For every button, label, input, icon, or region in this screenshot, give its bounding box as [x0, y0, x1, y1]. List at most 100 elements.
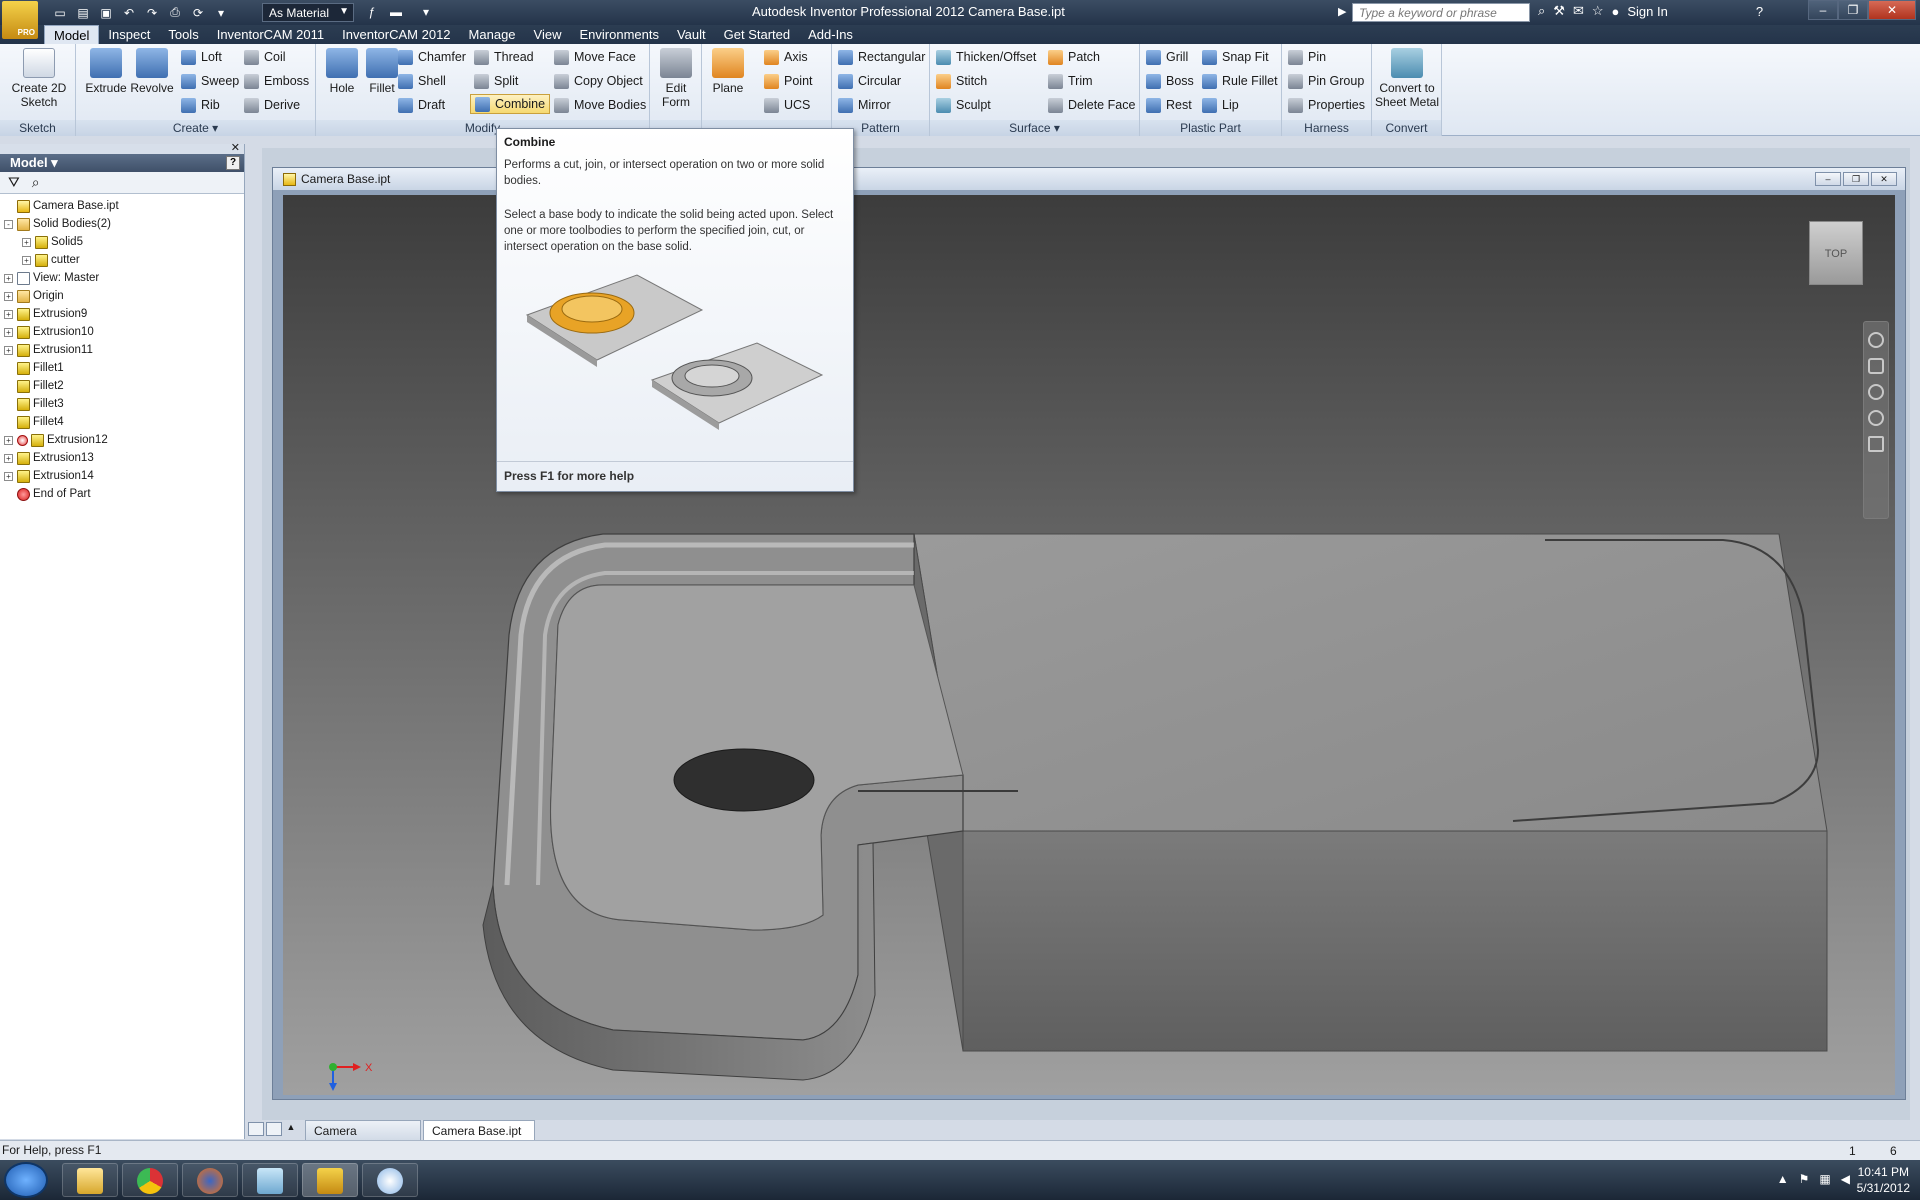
- zoom-icon[interactable]: [1868, 384, 1884, 400]
- extrude-button[interactable]: Extrude: [82, 48, 130, 95]
- tile-icon[interactable]: [248, 1122, 264, 1136]
- expand-icon[interactable]: +: [22, 237, 31, 247]
- open-icon[interactable]: ▤: [73, 4, 93, 22]
- delete-face-button[interactable]: Delete Face: [1048, 95, 1135, 115]
- tree-node[interactable]: + cutter: [4, 251, 244, 269]
- tree-node[interactable]: Fillet4: [4, 413, 244, 431]
- close-button[interactable]: ✕: [1868, 0, 1916, 20]
- tree-node[interactable]: + Extrusion14: [4, 467, 244, 485]
- chrome-taskbar-button[interactable]: [122, 1163, 178, 1197]
- tree-node[interactable]: + View: Master: [4, 269, 244, 287]
- create-sketch-button[interactable]: Create 2D Sketch: [10, 48, 68, 109]
- tab-add-ins[interactable]: Add-Ins: [799, 25, 862, 44]
- find-icon[interactable]: ⌕: [32, 174, 40, 191]
- harness-properties-button[interactable]: Properties: [1288, 95, 1365, 115]
- inventor-taskbar-button[interactable]: [302, 1163, 358, 1197]
- browser-title-menu[interactable]: Model ▾: [10, 155, 58, 170]
- notes-taskbar-button[interactable]: [242, 1163, 298, 1197]
- tab-vault[interactable]: Vault: [668, 25, 715, 44]
- axis-button[interactable]: Axis: [764, 47, 808, 67]
- trim-button[interactable]: Trim: [1048, 71, 1093, 91]
- move-face-button[interactable]: Move Face: [554, 47, 636, 67]
- new-icon[interactable]: ▭: [50, 4, 70, 22]
- copy-object-button[interactable]: Copy Object: [554, 71, 643, 91]
- rib-button[interactable]: Rib: [181, 95, 220, 115]
- update-icon[interactable]: ⟳: [188, 4, 208, 22]
- tab-view[interactable]: View: [525, 25, 571, 44]
- mirror-button[interactable]: Mirror: [838, 95, 891, 115]
- filter-icon[interactable]: ⛛: [8, 174, 20, 191]
- expand-icon[interactable]: +: [4, 273, 13, 283]
- derive-button[interactable]: Derive: [244, 95, 300, 115]
- expand-icon[interactable]: +: [4, 471, 13, 481]
- color-icon[interactable]: ▬: [386, 3, 406, 21]
- expand-icon[interactable]: +: [4, 291, 13, 301]
- restore-button[interactable]: ❐: [1838, 0, 1868, 20]
- explorer-taskbar-button[interactable]: [62, 1163, 118, 1197]
- expand-icon[interactable]: +: [4, 453, 13, 463]
- move-bodies-button[interactable]: Move Bodies: [554, 95, 646, 115]
- plane-button[interactable]: Plane: [704, 48, 752, 95]
- expand-icon[interactable]: +: [22, 255, 31, 265]
- expand-icon[interactable]: +: [4, 309, 13, 319]
- doc-tab-camera-base[interactable]: Camera Base.ipt ✕: [423, 1120, 535, 1151]
- edit-form-button[interactable]: Edit Form: [652, 48, 700, 109]
- tree-node[interactable]: + Origin: [4, 287, 244, 305]
- circular-pattern-button[interactable]: Circular: [838, 71, 901, 91]
- collapse-icon[interactable]: -: [4, 219, 13, 229]
- redo-icon[interactable]: ↷: [142, 4, 162, 22]
- pin-button[interactable]: Pin: [1288, 47, 1326, 67]
- rest-button[interactable]: Rest: [1146, 95, 1192, 115]
- pin-group-button[interactable]: Pin Group: [1288, 71, 1364, 91]
- thicken-offset-button[interactable]: Thicken/Offset: [936, 47, 1036, 67]
- patch-button[interactable]: Patch: [1048, 47, 1100, 67]
- look-at-icon[interactable]: [1868, 436, 1884, 452]
- revolve-button[interactable]: Revolve: [128, 48, 176, 95]
- snap-fit-button[interactable]: Snap Fit: [1202, 47, 1269, 67]
- tree-node[interactable]: + Extrusion10: [4, 323, 244, 341]
- tab-inventorcam-2011[interactable]: InventorCAM 2011: [208, 25, 333, 44]
- expand-icon[interactable]: +: [4, 435, 13, 445]
- chevron-up-icon[interactable]: ▲: [284, 1122, 298, 1136]
- save-icon[interactable]: ▣: [96, 4, 116, 22]
- user-icon[interactable]: ●: [1612, 4, 1620, 19]
- tree-node[interactable]: Fillet2: [4, 377, 244, 395]
- expand-search-icon[interactable]: ▶: [1338, 5, 1346, 18]
- tree-node[interactable]: + Extrusion11: [4, 341, 244, 359]
- draft-button[interactable]: Draft: [398, 95, 445, 115]
- print-icon[interactable]: ⎙: [165, 4, 185, 22]
- steering-wheel-icon[interactable]: [1868, 332, 1884, 348]
- tree-node[interactable]: + Extrusion9: [4, 305, 244, 323]
- cascade-icon[interactable]: [266, 1122, 282, 1136]
- ucs-button[interactable]: UCS: [764, 95, 810, 115]
- help-search-input[interactable]: Type a keyword or phrase: [1352, 3, 1530, 22]
- parameters-icon[interactable]: ƒ: [362, 3, 382, 21]
- rule-fillet-button[interactable]: Rule Fillet: [1202, 71, 1278, 91]
- minimize-button[interactable]: –: [1808, 0, 1838, 20]
- favorites-icon[interactable]: ☆: [1592, 3, 1604, 19]
- browser-help-icon[interactable]: ?: [226, 156, 240, 170]
- tree-node[interactable]: + Extrusion13: [4, 449, 244, 467]
- volume-icon[interactable]: ◀: [1841, 1172, 1850, 1186]
- lip-button[interactable]: Lip: [1202, 95, 1239, 115]
- doc-close-button[interactable]: ✕: [1871, 172, 1897, 186]
- tab-environments[interactable]: Environments: [570, 25, 667, 44]
- convert-sheet-metal-button[interactable]: Convert to Sheet Metal: [1374, 48, 1440, 109]
- flag-icon[interactable]: ⚑: [1799, 1172, 1810, 1186]
- point-button[interactable]: Point: [764, 71, 813, 91]
- sign-in-link[interactable]: Sign In: [1627, 4, 1667, 19]
- stitch-button[interactable]: Stitch: [936, 71, 987, 91]
- clock[interactable]: 10:41 PM 5/31/2012: [1857, 1164, 1910, 1196]
- tree-node[interactable]: Fillet3: [4, 395, 244, 413]
- help-icon[interactable]: ?: [1756, 4, 1763, 19]
- pan-icon[interactable]: [1868, 358, 1884, 374]
- undo-icon[interactable]: ↶: [119, 4, 139, 22]
- combine-button[interactable]: Combine: [470, 94, 551, 114]
- communication-icon[interactable]: ✉: [1573, 3, 1584, 19]
- tab-manage[interactable]: Manage: [460, 25, 525, 44]
- tab-tools[interactable]: Tools: [159, 25, 207, 44]
- tree-node[interactable]: End of Part: [4, 485, 244, 503]
- show-hidden-icons-icon[interactable]: ▲: [1777, 1172, 1789, 1186]
- tree-node[interactable]: + Extrusion12: [4, 431, 244, 449]
- thread-button[interactable]: Thread: [474, 47, 534, 67]
